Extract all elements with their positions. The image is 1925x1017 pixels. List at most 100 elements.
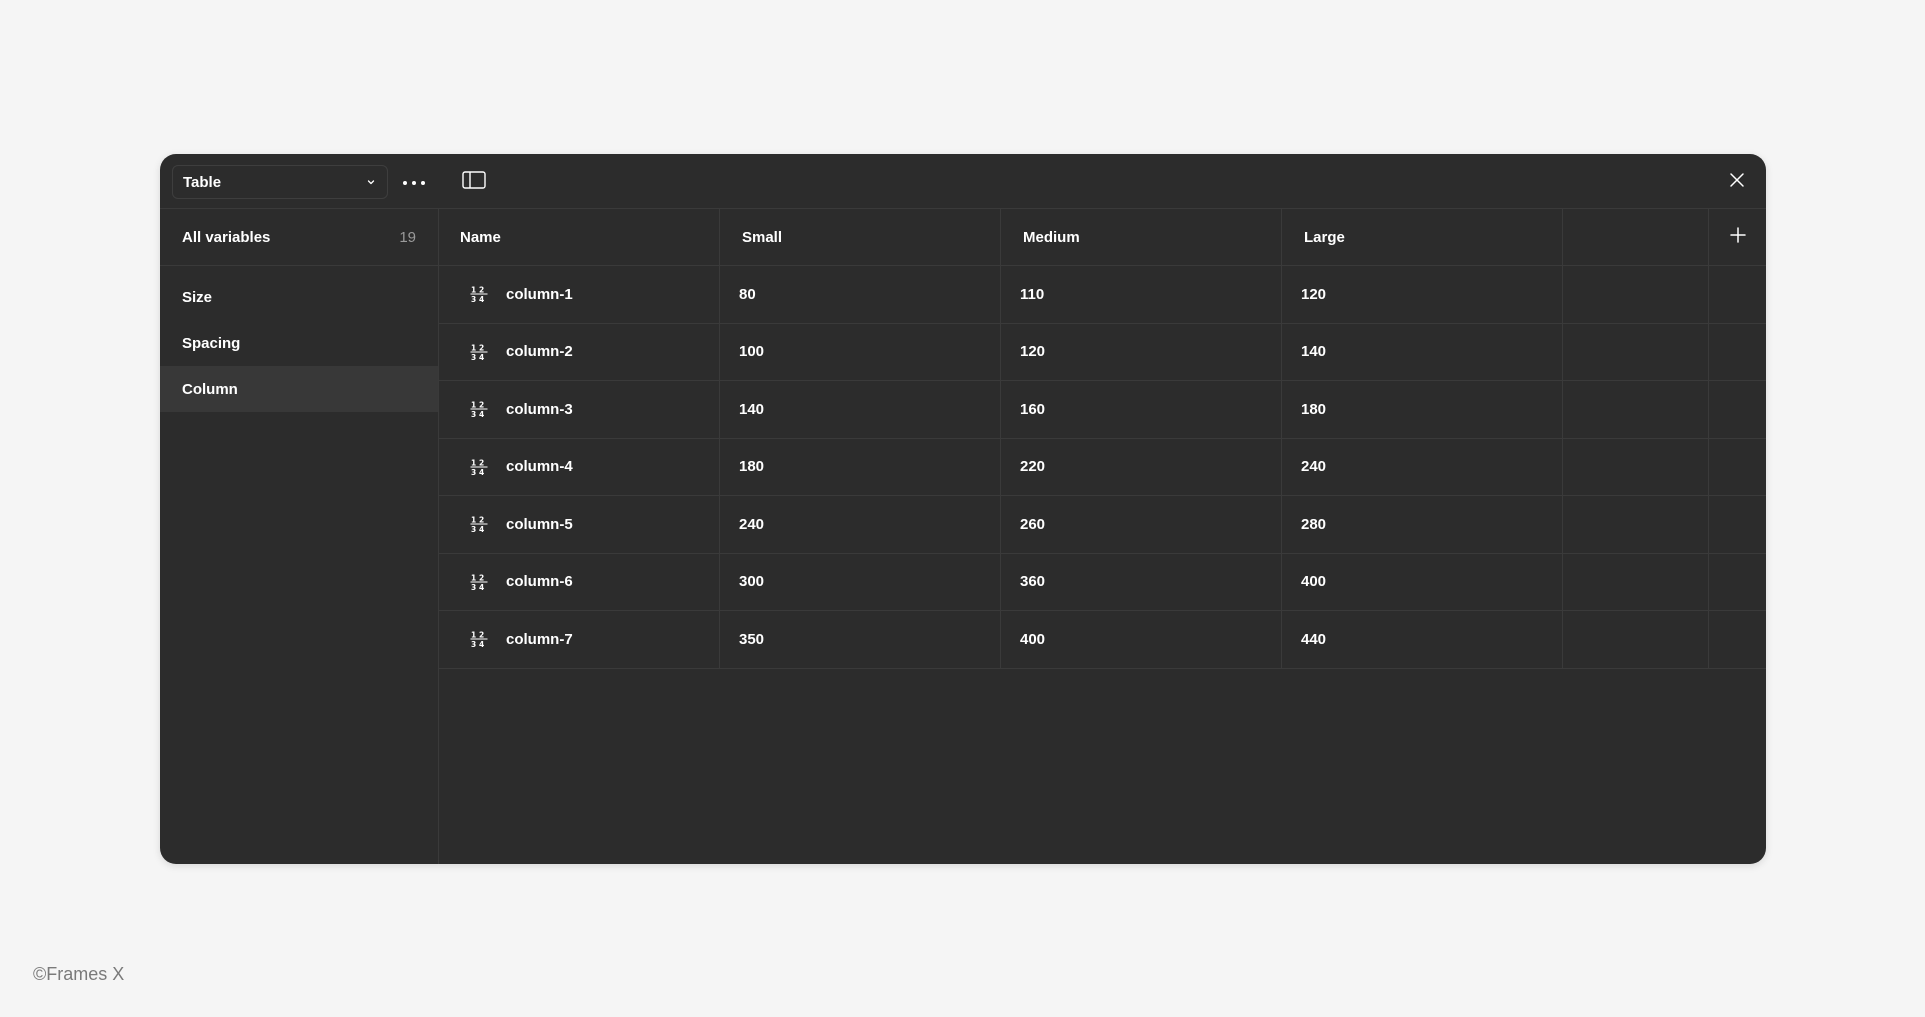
- collection-dropdown-label: Table: [183, 173, 222, 191]
- name-cell[interactable]: 1 2 3 4 column-6: [439, 553, 720, 610]
- sidebar-item-spacing[interactable]: Spacing: [160, 320, 438, 366]
- large-value: 140: [1301, 343, 1327, 361]
- small-value-cell[interactable]: 100: [720, 323, 1001, 380]
- svg-text:3: 3: [471, 410, 476, 418]
- small-value: 100: [739, 343, 765, 361]
- large-value-cell[interactable]: 240: [1282, 438, 1563, 495]
- small-value-cell[interactable]: 140: [720, 381, 1001, 438]
- small-value: 80: [739, 285, 756, 303]
- collection-dropdown[interactable]: Table: [172, 165, 388, 199]
- medium-value-cell[interactable]: 120: [1001, 323, 1282, 380]
- plus-icon: [1729, 227, 1746, 247]
- table-body: 1 2 3 4 column-1 80 110 120 1 2 3 4 colu…: [439, 266, 1766, 669]
- number-variable-icon: 1 2 3 4: [468, 571, 490, 593]
- large-value-cell[interactable]: 180: [1282, 381, 1563, 438]
- add-column-button[interactable]: [1723, 222, 1753, 252]
- small-value: 300: [739, 573, 765, 591]
- collections-sidebar: All variables 19 Size Spacing Column: [160, 209, 439, 864]
- empty-cell: [1709, 611, 1766, 668]
- small-value-cell[interactable]: 240: [720, 496, 1001, 553]
- medium-value-cell[interactable]: 400: [1001, 611, 1282, 668]
- table-row[interactable]: 1 2 3 4 column-5 240 260 280: [439, 496, 1766, 554]
- svg-text:3: 3: [471, 640, 476, 648]
- name-cell[interactable]: 1 2 3 4 column-2: [439, 323, 720, 380]
- all-variables-label: All variables: [182, 228, 271, 246]
- table-row[interactable]: 1 2 3 4 column-3 140 160 180: [439, 381, 1766, 439]
- table-row[interactable]: 1 2 3 4 column-2 100 120 140: [439, 323, 1766, 381]
- column-header-large[interactable]: Large: [1282, 209, 1563, 265]
- large-value-cell[interactable]: 400: [1282, 553, 1563, 610]
- svg-text:3: 3: [471, 583, 476, 591]
- number-variable-icon: 1 2 3 4: [468, 456, 490, 478]
- name-cell[interactable]: 1 2 3 4 column-5: [439, 496, 720, 553]
- small-value-cell[interactable]: 180: [720, 438, 1001, 495]
- medium-value-cell[interactable]: 110: [1001, 266, 1282, 323]
- large-value-cell[interactable]: 120: [1282, 266, 1563, 323]
- close-button[interactable]: [1722, 167, 1752, 197]
- svg-text:3: 3: [471, 295, 476, 303]
- column-header-small[interactable]: Small: [720, 209, 1001, 265]
- all-variables-item[interactable]: All variables 19: [160, 209, 438, 266]
- svg-text:2: 2: [479, 401, 484, 410]
- panel-header: Table: [160, 154, 1766, 209]
- large-value-cell[interactable]: 440: [1282, 611, 1563, 668]
- medium-value-cell[interactable]: 160: [1001, 381, 1282, 438]
- number-variable-icon: 1 2 3 4: [468, 341, 490, 363]
- large-value: 180: [1301, 400, 1327, 418]
- medium-value-cell[interactable]: 260: [1001, 496, 1282, 553]
- sidebar-toggle-button[interactable]: [458, 167, 490, 197]
- medium-value-cell[interactable]: 220: [1001, 438, 1282, 495]
- name-cell[interactable]: 1 2 3 4 column-7: [439, 611, 720, 668]
- svg-text:4: 4: [479, 353, 484, 361]
- empty-cell: [1563, 381, 1709, 438]
- small-value: 180: [739, 458, 765, 476]
- empty-cell: [1563, 438, 1709, 495]
- sidebar-item-column[interactable]: Column: [160, 366, 438, 412]
- number-variable-icon: 1 2 3 4: [468, 628, 490, 650]
- empty-cell: [1709, 266, 1766, 323]
- large-value: 280: [1301, 515, 1327, 533]
- svg-text:4: 4: [479, 583, 484, 591]
- variable-name: column-7: [506, 630, 573, 648]
- table-row[interactable]: 1 2 3 4 column-1 80 110 120: [439, 266, 1766, 324]
- all-variables-count: 19: [399, 228, 416, 246]
- empty-cell: [1563, 266, 1709, 323]
- empty-cell: [1709, 554, 1766, 611]
- table-row[interactable]: 1 2 3 4 column-7 350 400 440: [439, 611, 1766, 669]
- svg-text:3: 3: [471, 525, 476, 533]
- small-value: 140: [739, 400, 765, 418]
- small-value-cell[interactable]: 300: [720, 553, 1001, 610]
- column-header-medium[interactable]: Medium: [1001, 209, 1282, 265]
- svg-text:4: 4: [479, 295, 484, 303]
- variable-name: column-2: [506, 343, 573, 361]
- sidebar-item-size[interactable]: Size: [160, 274, 438, 320]
- empty-cell: [1709, 439, 1766, 496]
- variable-name: column-1: [506, 285, 573, 303]
- svg-text:4: 4: [479, 640, 484, 648]
- small-value: 240: [739, 515, 765, 533]
- svg-text:1: 1: [471, 343, 476, 352]
- number-variable-icon: 1 2 3 4: [468, 398, 490, 420]
- table-row[interactable]: 1 2 3 4 column-4 180 220 240: [439, 438, 1766, 496]
- large-value-cell[interactable]: 140: [1282, 323, 1563, 380]
- medium-value-cell[interactable]: 360: [1001, 553, 1282, 610]
- close-icon: [1729, 172, 1745, 193]
- empty-cell: [1709, 381, 1766, 438]
- small-value-cell[interactable]: 350: [720, 611, 1001, 668]
- empty-cell: [1563, 323, 1709, 380]
- name-cell[interactable]: 1 2 3 4 column-3: [439, 381, 720, 438]
- large-value-cell[interactable]: 280: [1282, 496, 1563, 553]
- group-list: Size Spacing Column: [160, 266, 438, 412]
- more-options-button[interactable]: [398, 167, 430, 197]
- sidebar-item-label: Spacing: [182, 334, 241, 352]
- empty-cell: [1709, 496, 1766, 553]
- table-row[interactable]: 1 2 3 4 column-6 300 360 400: [439, 553, 1766, 611]
- svg-text:2: 2: [479, 516, 484, 525]
- number-variable-icon: 1 2 3 4: [468, 283, 490, 305]
- column-header-name[interactable]: Name: [439, 209, 720, 265]
- copyright-text: ©Frames X: [33, 964, 125, 984]
- name-cell[interactable]: 1 2 3 4 column-4: [439, 438, 720, 495]
- name-cell[interactable]: 1 2 3 4 column-1: [439, 266, 720, 323]
- small-value: 350: [739, 630, 765, 648]
- small-value-cell[interactable]: 80: [720, 266, 1001, 323]
